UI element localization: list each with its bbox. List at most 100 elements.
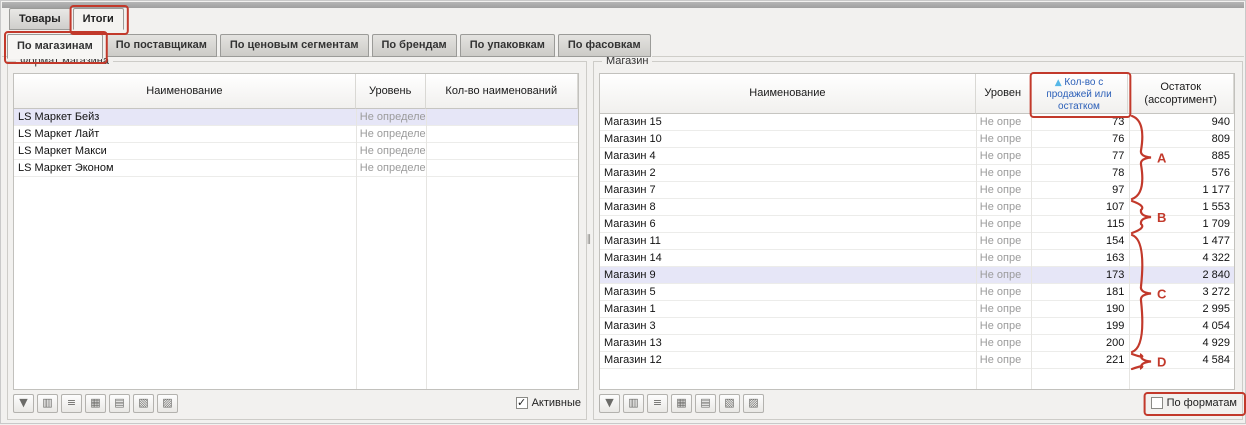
column-header[interactable]: Кол-во наименований [426,74,578,109]
print-icon: ▤ [114,396,124,409]
sub-tab-po-brendam[interactable]: По брендам [372,34,457,57]
excel-button[interactable]: ▧ [719,394,740,413]
main-tab-tovary[interactable]: Товары [9,8,71,30]
table-row[interactable]: Магазин 11Не опре1541 477 [600,233,1234,250]
numbered-list-button[interactable]: ≡ [61,394,82,413]
count-cell: 173 [1031,267,1129,283]
table-row[interactable]: Магазин 8Не опре1071 553 [600,199,1234,216]
count-cell: 163 [1031,250,1129,266]
name-cell: Магазин 7 [600,182,976,198]
table-row[interactable]: LS Маркет МаксиНе определе [14,143,578,160]
name-cell: Магазин 10 [600,131,976,147]
stock-cell: 4 584 [1128,352,1234,368]
table-row[interactable]: Магазин 14Не опре1634 322 [600,250,1234,267]
stock-cell: 4 322 [1128,250,1234,266]
table-row[interactable]: Магазин 10Не опре76809 [600,131,1234,148]
table-row[interactable]: Магазин 1Не опре1902 995 [600,301,1234,318]
layout-icon: ▨ [748,396,758,409]
layout-button[interactable]: ▨ [743,394,764,413]
level-cell: Не опре [976,352,1031,368]
columns-button[interactable]: ▥ [37,394,58,413]
table-row[interactable]: Магазин 7Не опре971 177 [600,182,1234,199]
print-button[interactable]: ▤ [109,394,130,413]
name-cell: Магазин 13 [600,335,976,351]
name-cell: LS Маркет Бейз [14,109,356,125]
count-cell: 76 [1031,131,1129,147]
name-cell: Магазин 11 [600,233,976,249]
count-cell: 181 [1031,284,1129,300]
count-cell: 199 [1031,318,1129,334]
filter-icon: ▼ [605,396,613,409]
count-cell: 221 [1031,352,1129,368]
table-row[interactable]: Магазин 3Не опре1994 054 [600,318,1234,335]
formats-checkbox-box[interactable] [1151,397,1163,409]
level-cell: Не опре [976,335,1031,351]
name-cell: Магазин 6 [600,216,976,232]
level-cell: Не определе [356,143,426,159]
count-cell: 97 [1031,182,1129,198]
format-panel-footer: ▼▥ ≡ ▦ ▤ ▧▨ ✓ Активные [13,392,581,414]
count-cell: 73 [1031,114,1129,130]
panel-splitter[interactable]: ∥ [585,61,593,418]
store-toolbar: ▼ ▥ ≡▦▤ ▧ ▨ [599,394,764,413]
table-row[interactable]: Магазин 6Не опре1151 709 [600,216,1234,233]
column-header[interactable]: Остаток (ассортимент) [1128,74,1234,114]
count-cell: 107 [1031,199,1129,215]
excel-button[interactable]: ▧ [133,394,154,413]
sub-tab-po-upakovkam[interactable]: По упаковкам [460,34,555,57]
column-header[interactable]: Уровен [976,74,1031,114]
column-header[interactable]: Наименование [14,74,356,109]
export-button[interactable]: ▦ [85,394,106,413]
sub-tab-po-postavshchikam[interactable]: По поставщикам [106,34,217,57]
formats-checkbox-label: По форматам [1167,397,1237,409]
table-row[interactable]: Магазин 15Не опре73940 [600,114,1234,131]
export-button[interactable]: ▦ [671,394,692,413]
level-cell: Не опре [976,165,1031,181]
count-cell [426,126,578,142]
stock-cell: 2 995 [1128,301,1234,317]
layout-button[interactable]: ▨ [157,394,178,413]
app-window: ТоварыИтоги По магазинамПо поставщикамПо… [0,0,1246,424]
sub-tab-po-fasovkam[interactable]: По фасовкам [558,34,651,57]
table-row[interactable]: Магазин 13Не опре2004 929 [600,335,1234,352]
stock-cell: 4 054 [1128,318,1234,334]
count-cell [426,143,578,159]
count-cell: 78 [1031,165,1129,181]
main-tab-itogi[interactable]: Итоги [73,8,124,30]
table-row[interactable]: Магазин 9Не опре1732 840 [600,267,1234,284]
active-checkbox-box[interactable]: ✓ [516,397,528,409]
sub-tab-po-tsenovym-segmentam[interactable]: По ценовым сегментам [220,34,369,57]
table-row[interactable]: Магазин 4Не опре77885 [600,148,1234,165]
table-row[interactable]: LS Маркет ЭкономНе определе [14,160,578,177]
level-cell: Не определе [356,126,426,142]
format-grid-body: LS Маркет БейзНе определеLS Маркет ЛайтН… [14,109,578,390]
sub-tab-po-magazinam[interactable]: По магазинам [7,34,103,59]
table-row[interactable]: Магазин 2Не опре78576 [600,165,1234,182]
level-cell: Не опре [976,216,1031,232]
formats-checkbox[interactable]: По форматам [1151,397,1237,409]
numbered-list-icon: ≡ [67,396,76,409]
store-grid: НаименованиеУровен▲ Кол-во с продажей ил… [599,73,1235,390]
table-row[interactable]: Магазин 12Не опре2214 584 [600,352,1234,369]
stock-cell: 809 [1128,131,1234,147]
sorted-column-header[interactable]: ▲ Кол-во с продажей или остатком [1031,74,1129,114]
table-row[interactable]: LS Маркет ЛайтНе определе [14,126,578,143]
name-cell: Магазин 3 [600,318,976,334]
filter-button[interactable]: ▼ [13,394,34,413]
print-button[interactable]: ▤ [695,394,716,413]
window-titlebar [2,2,1244,8]
numbered-list-button[interactable]: ≡ [647,394,668,413]
active-checkbox[interactable]: ✓ Активные [516,397,581,409]
level-cell: Не опре [976,267,1031,283]
columns-button[interactable]: ▥ [623,394,644,413]
table-row[interactable]: LS Маркет БейзНе определе [14,109,578,126]
column-header[interactable]: Уровень [356,74,426,109]
count-cell: 115 [1031,216,1129,232]
stock-cell: 1 553 [1128,199,1234,215]
column-header[interactable]: Наименование [600,74,976,114]
excel-icon: ▧ [724,396,734,409]
columns-icon: ▥ [628,396,638,409]
filter-button[interactable]: ▼ [599,394,620,413]
name-cell: Магазин 1 [600,301,976,317]
table-row[interactable]: Магазин 5Не опре1813 272 [600,284,1234,301]
